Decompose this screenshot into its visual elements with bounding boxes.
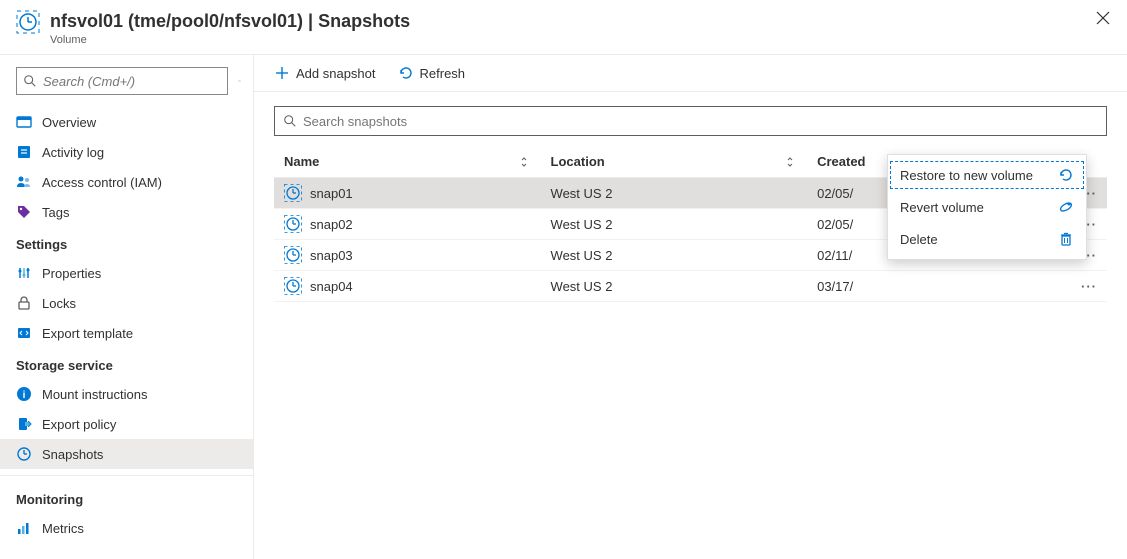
sidebar-search-input[interactable] (43, 74, 221, 89)
nav-label: Export template (42, 326, 133, 341)
col-location[interactable]: Location (541, 146, 808, 178)
snapshot-row-icon (284, 215, 302, 233)
refresh-icon (398, 65, 414, 81)
nav-label: Locks (42, 296, 76, 311)
snapshot-location: West US 2 (541, 271, 808, 302)
nav-overview[interactable]: Overview (0, 107, 253, 137)
delete-icon (1058, 231, 1074, 247)
sidebar: Overview Activity log Access control (IA… (0, 55, 254, 559)
snapshot-row-icon (284, 246, 302, 264)
plus-icon (274, 65, 290, 81)
nav-group-monitoring: Monitoring (0, 482, 253, 513)
nav-label: Metrics (42, 521, 84, 536)
snapshot-created: 03/17/ (807, 271, 1071, 302)
add-snapshot-button[interactable]: Add snapshot (274, 65, 376, 81)
page-title: nfsvol01 (tme/pool0/nfsvol01) | Snapshot… (50, 10, 1095, 32)
nav-label: Access control (IAM) (42, 175, 162, 190)
volume-snapshot-icon (16, 10, 40, 34)
nav-snapshots[interactable]: Snapshots (0, 439, 253, 469)
nav-label: Tags (42, 205, 69, 220)
snapshot-row-icon (284, 277, 302, 295)
snapshot-name: snap02 (310, 217, 353, 232)
export-template-icon (16, 325, 32, 341)
export-policy-icon (16, 416, 32, 432)
ctx-revert[interactable]: Revert volume (888, 191, 1086, 223)
snapshot-location: West US 2 (541, 178, 808, 209)
cmd-label: Add snapshot (296, 66, 376, 81)
snapshot-location: West US 2 (541, 209, 808, 240)
sort-icon (785, 156, 797, 168)
refresh-button[interactable]: Refresh (398, 65, 466, 81)
activity-log-icon (16, 144, 32, 160)
nav-label: Overview (42, 115, 96, 130)
search-icon (23, 74, 37, 88)
overview-icon (16, 114, 32, 130)
nav-export-template[interactable]: Export template (0, 318, 253, 348)
nav-tags[interactable]: Tags (0, 197, 253, 227)
info-icon: i (16, 386, 32, 402)
nav-label: Mount instructions (42, 387, 148, 402)
sort-icon (519, 156, 531, 168)
row-actions-button[interactable]: ··· (1071, 271, 1107, 302)
locks-icon (16, 295, 32, 311)
restore-icon (1058, 167, 1074, 183)
snapshot-name: snap04 (310, 279, 353, 294)
snapshot-search[interactable] (274, 106, 1107, 136)
page-subtitle: Volume (50, 34, 1095, 46)
snapshot-location: West US 2 (541, 240, 808, 271)
metrics-icon (16, 520, 32, 536)
nav-group-settings: Settings (0, 227, 253, 258)
snapshot-name: snap03 (310, 248, 353, 263)
nav-activity-log[interactable]: Activity log (0, 137, 253, 167)
snapshot-search-input[interactable] (303, 114, 1098, 129)
nav-mount-instructions[interactable]: i Mount instructions (0, 379, 253, 409)
svg-text:i: i (23, 390, 26, 401)
nav-label: Snapshots (42, 447, 103, 462)
nav-label: Export policy (42, 417, 116, 432)
snapshot-icon (16, 446, 32, 462)
nav-locks[interactable]: Locks (0, 288, 253, 318)
snapshot-row-icon (284, 184, 302, 202)
nav-access-control[interactable]: Access control (IAM) (0, 167, 253, 197)
context-menu: Restore to new volume Revert volume Dele… (887, 154, 1087, 260)
close-icon[interactable] (1095, 10, 1111, 26)
cmd-label: Refresh (420, 66, 466, 81)
tags-icon (16, 204, 32, 220)
access-control-icon (16, 174, 32, 190)
col-name[interactable]: Name (274, 146, 541, 178)
snapshot-name: snap01 (310, 186, 353, 201)
command-bar: Add snapshot Refresh (254, 55, 1127, 92)
nav-properties[interactable]: Properties (0, 258, 253, 288)
sidebar-search[interactable] (16, 67, 228, 95)
nav-export-policy[interactable]: Export policy (0, 409, 253, 439)
nav-metrics[interactable]: Metrics (0, 513, 253, 543)
nav-separator (0, 475, 253, 476)
table-row[interactable]: snap04 West US 2 03/17/ ··· (274, 271, 1107, 302)
search-icon (283, 114, 297, 128)
nav-label: Properties (42, 266, 101, 281)
nav-label: Activity log (42, 145, 104, 160)
properties-icon (16, 265, 32, 281)
ctx-delete[interactable]: Delete (888, 223, 1086, 255)
collapse-sidebar-icon[interactable] (238, 74, 241, 88)
ctx-restore[interactable]: Restore to new volume (888, 159, 1086, 191)
nav-group-storage: Storage service (0, 348, 253, 379)
revert-icon (1058, 199, 1074, 215)
